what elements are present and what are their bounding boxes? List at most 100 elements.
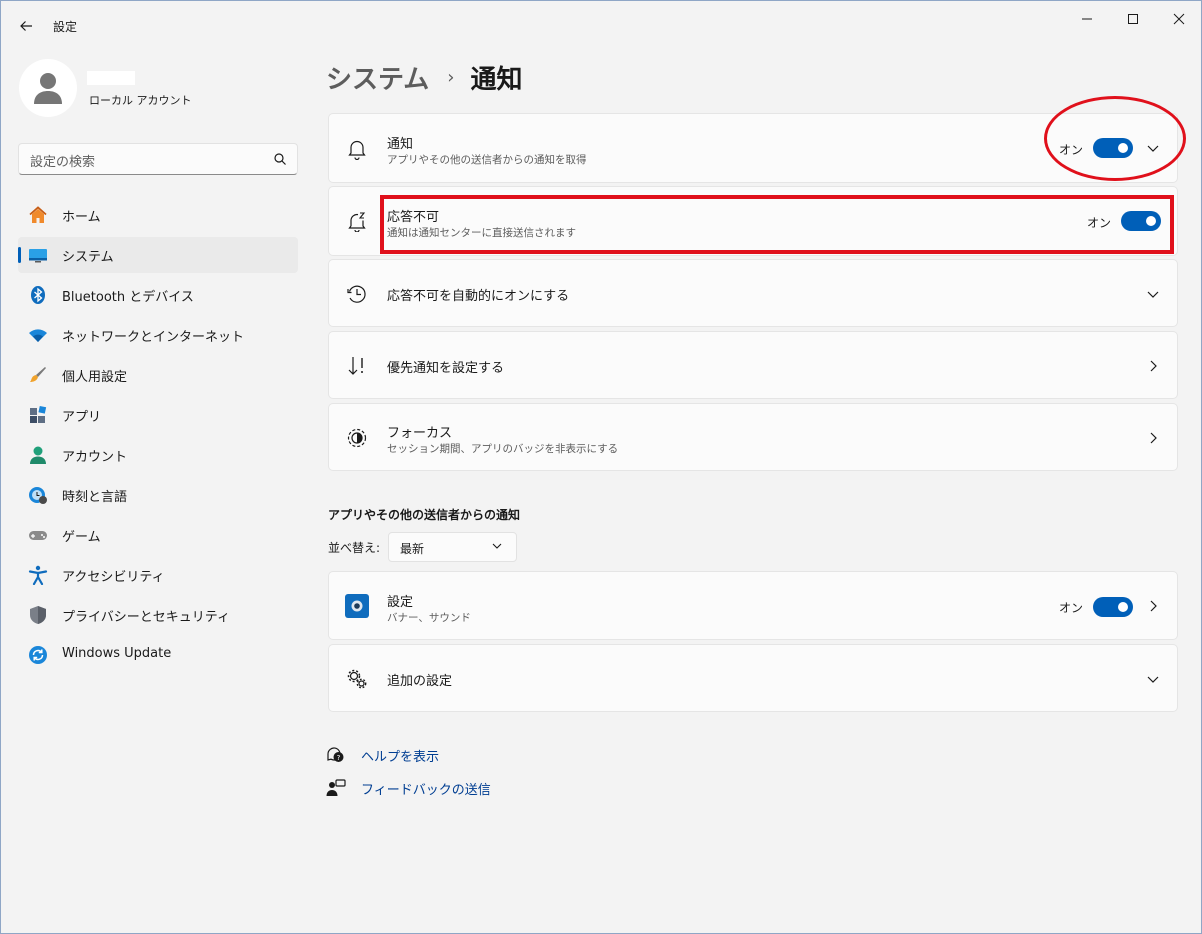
- chevron-down-icon: [491, 540, 503, 556]
- chevron-down-icon[interactable]: [1145, 671, 1161, 687]
- username-redacted: [87, 71, 135, 85]
- minimize-button[interactable]: [1067, 5, 1107, 33]
- sidebar-item-label: ゲーム: [62, 530, 101, 545]
- additional-settings-title: 追加の設定: [387, 674, 453, 689]
- focus-card[interactable]: フォーカス セッション期間、アプリのバッジを非表示にする: [328, 403, 1178, 471]
- sidebar-item-label: 個人用設定: [62, 370, 128, 385]
- avatar: [19, 59, 77, 117]
- accessibility-icon: [28, 565, 48, 585]
- sidebar-item-label: システム: [62, 250, 114, 265]
- auto-dnd-card[interactable]: 応答不可を自動的にオンにする: [328, 259, 1178, 327]
- annotation-ellipse: [1044, 96, 1186, 181]
- app-notification-row[interactable]: 設定 バナー、サウンド オン: [328, 571, 1178, 640]
- person-icon: [34, 73, 62, 104]
- system-icon: [28, 245, 48, 265]
- priority-card[interactable]: 優先通知を設定する: [328, 331, 1178, 399]
- back-button[interactable]: [13, 13, 39, 39]
- notifications-title: 通知: [387, 137, 414, 152]
- help-icon: ?: [327, 747, 344, 762]
- toggle-knob: [1118, 602, 1128, 612]
- app-notification-toggle[interactable]: [1093, 597, 1133, 617]
- sidebar-item-network[interactable]: ネットワークとインターネット: [18, 317, 298, 353]
- sidebar-item-personalization[interactable]: 個人用設定: [18, 357, 298, 393]
- app-notifications-heading: アプリやその他の送信者からの通知: [328, 508, 521, 522]
- app-notification-subtitle: バナー、サウンド: [387, 612, 471, 624]
- sidebar-item-apps[interactable]: アプリ: [18, 397, 298, 433]
- wifi-icon: [28, 325, 48, 345]
- sidebar-item-home[interactable]: ホーム: [18, 197, 298, 233]
- back-arrow-icon: [20, 21, 32, 31]
- chevron-right-icon[interactable]: [1145, 358, 1161, 374]
- sidebar-item-label: Bluetooth とデバイス: [62, 290, 194, 305]
- sidebar-item-accessibility[interactable]: アクセシビリティ: [18, 557, 298, 593]
- chevron-right-icon[interactable]: [1145, 598, 1161, 614]
- sidebar-item-time-language[interactable]: 時刻と言語: [18, 477, 298, 513]
- gears-icon: [345, 667, 369, 691]
- priority-sort-icon: [345, 354, 369, 378]
- app-title: 設定: [53, 20, 78, 34]
- breadcrumb-parent[interactable]: システム: [326, 59, 429, 96]
- sidebar-item-label: プライバシーとセキュリティ: [62, 610, 230, 625]
- sidebar-item-label: ネットワークとインターネット: [62, 330, 245, 345]
- selection-indicator: [18, 247, 21, 263]
- sidebar-item-gaming[interactable]: ゲーム: [18, 517, 298, 553]
- maximize-icon: [1128, 14, 1138, 24]
- app-notification-title: 設定: [387, 595, 414, 610]
- time-language-icon: [28, 485, 48, 505]
- close-icon: [1173, 13, 1185, 25]
- account-type: ローカル アカウント: [89, 94, 192, 107]
- focus-icon: [345, 426, 369, 450]
- sidebar-item-windows-update[interactable]: Windows Update: [18, 637, 298, 673]
- sidebar-item-label: ホーム: [62, 210, 101, 225]
- page-title: 通知: [470, 64, 523, 95]
- svg-text:?: ?: [337, 754, 341, 762]
- help-link-text[interactable]: ヘルプを表示: [361, 746, 439, 765]
- additional-settings-card[interactable]: 追加の設定: [328, 644, 1178, 712]
- feedback-icon: [326, 779, 346, 796]
- maximize-button[interactable]: [1113, 5, 1153, 33]
- bluetooth-icon: [28, 285, 48, 305]
- gamepad-icon: [28, 525, 48, 545]
- breadcrumb-separator-icon: ›: [447, 66, 455, 88]
- bell-snooze-icon: [345, 209, 369, 233]
- notifications-subtitle: アプリやその他の送信者からの通知を取得: [387, 154, 587, 166]
- apps-icon: [28, 405, 48, 425]
- sidebar-item-accounts[interactable]: アカウント: [18, 437, 298, 473]
- focus-title: フォーカス: [387, 426, 453, 441]
- sidebar-item-bluetooth[interactable]: Bluetooth とデバイス: [18, 277, 298, 313]
- app-toggle-label: オン: [1059, 601, 1084, 615]
- home-icon: [28, 205, 48, 225]
- chevron-down-icon[interactable]: [1145, 286, 1161, 302]
- bell-icon: [345, 137, 369, 161]
- title-bar: 設定: [1, 1, 1201, 49]
- sidebar-item-system[interactable]: システム: [18, 237, 298, 273]
- search-input[interactable]: 設定の検索: [18, 143, 298, 175]
- focus-subtitle: セッション期間、アプリのバッジを非表示にする: [387, 443, 619, 455]
- brush-icon: [28, 365, 48, 385]
- search-placeholder: 設定の検索: [30, 155, 96, 170]
- account-icon: [28, 445, 48, 465]
- feedback-link-text[interactable]: フィードバックの送信: [361, 779, 491, 798]
- sidebar-item-label: Windows Update: [62, 646, 172, 661]
- sidebar-item-label: アクセシビリティ: [62, 570, 165, 585]
- sidebar-item-label: 時刻と言語: [62, 490, 128, 505]
- sort-label: 並べ替え:: [328, 541, 381, 555]
- settings-app-icon: [345, 594, 369, 618]
- sort-dropdown[interactable]: 最新: [388, 532, 517, 562]
- chevron-right-icon[interactable]: [1145, 430, 1161, 446]
- user-profile[interactable]: ローカル アカウント: [19, 59, 299, 121]
- auto-dnd-title: 応答不可を自動的にオンにする: [387, 289, 570, 304]
- breadcrumb: システム › 通知: [326, 59, 522, 95]
- close-button[interactable]: [1159, 5, 1199, 33]
- sort-value: 最新: [400, 542, 425, 556]
- settings-window: 設定 ローカル アカウント 設定の検索 ホーム システム Bluetooth と…: [0, 0, 1202, 934]
- windows-update-icon: [28, 645, 48, 665]
- sidebar-item-privacy[interactable]: プライバシーとセキュリティ: [18, 597, 298, 633]
- sidebar-nav: ホーム システム Bluetooth とデバイス ネットワークとインターネット: [18, 197, 298, 677]
- sidebar-item-label: アプリ: [62, 410, 102, 425]
- priority-title: 優先通知を設定する: [387, 361, 505, 376]
- annotation-rectangle: [380, 195, 1174, 254]
- shield-icon: [28, 605, 48, 625]
- sidebar-item-label: アカウント: [62, 450, 128, 465]
- clock-icon: [345, 282, 369, 306]
